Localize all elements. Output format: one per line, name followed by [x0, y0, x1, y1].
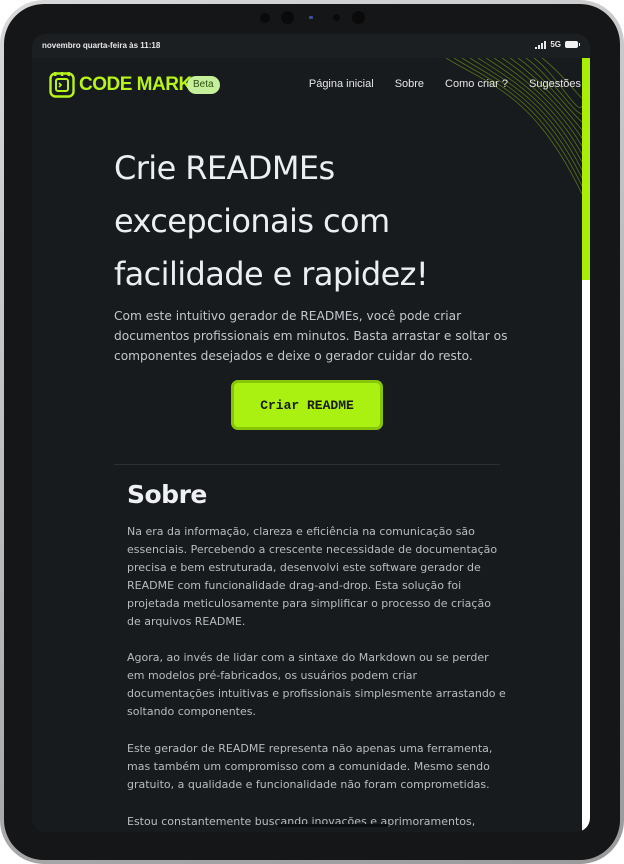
web-page: CODE MARK Beta Página inicial Sobre Como… — [32, 58, 582, 832]
about-paragraph-4: Estou constantemente buscando inovações … — [127, 815, 476, 828]
sensor-dot — [333, 14, 340, 21]
nav-link-how-to-create[interactable]: Como criar ? — [445, 78, 508, 90]
sensor-dot — [260, 13, 270, 23]
signal-icon — [535, 40, 547, 49]
about-title: Sobre — [127, 480, 207, 509]
section-divider — [114, 464, 500, 465]
nav-link-suggestions[interactable]: Sugestões — [529, 78, 581, 90]
status-bar: novembro quarta-feira às 11:18 5G — [32, 34, 590, 58]
status-time: novembro quarta-feira às 11:18 — [42, 41, 161, 50]
about-paragraph-2: Agora, ao invés de lidar com a sintaxe d… — [127, 651, 506, 718]
camera-indicator — [309, 16, 313, 19]
hero-title: Crie READMEs excepcionais com facilidade… — [114, 149, 429, 293]
beta-badge: Beta — [187, 76, 220, 94]
nav-link-home[interactable]: Página inicial — [309, 78, 374, 90]
network-label: 5G — [550, 40, 561, 49]
code-mark-logo-icon[interactable] — [49, 72, 75, 98]
home-indicator[interactable] — [277, 824, 389, 827]
scrollbar-thumb[interactable] — [582, 58, 590, 280]
battery-icon — [565, 41, 580, 48]
status-indicators: 5G — [535, 40, 580, 49]
logo-text[interactable]: CODE MARK — [79, 74, 192, 96]
nav-links: Página inicial Sobre Como criar ? Sugest… — [309, 78, 581, 90]
about-paragraph-1: Na era da informação, clareza e eficiênc… — [127, 525, 498, 628]
about-paragraph-3: Este gerador de README representa não ap… — [127, 742, 493, 791]
nav-link-about[interactable]: Sobre — [395, 78, 424, 90]
top-navigation: CODE MARK Beta Página inicial Sobre Como… — [32, 58, 582, 110]
front-camera — [281, 11, 294, 24]
page-scrollbar[interactable] — [582, 58, 590, 832]
hero-description: Com este intuitivo gerador de READMEs, v… — [114, 309, 508, 363]
screen: novembro quarta-feira às 11:18 5G CODE M… — [32, 34, 590, 832]
sensor-dot — [352, 11, 365, 24]
tablet-frame: novembro quarta-feira às 11:18 5G CODE M… — [0, 0, 624, 864]
create-readme-button[interactable]: Criar README — [231, 380, 383, 430]
